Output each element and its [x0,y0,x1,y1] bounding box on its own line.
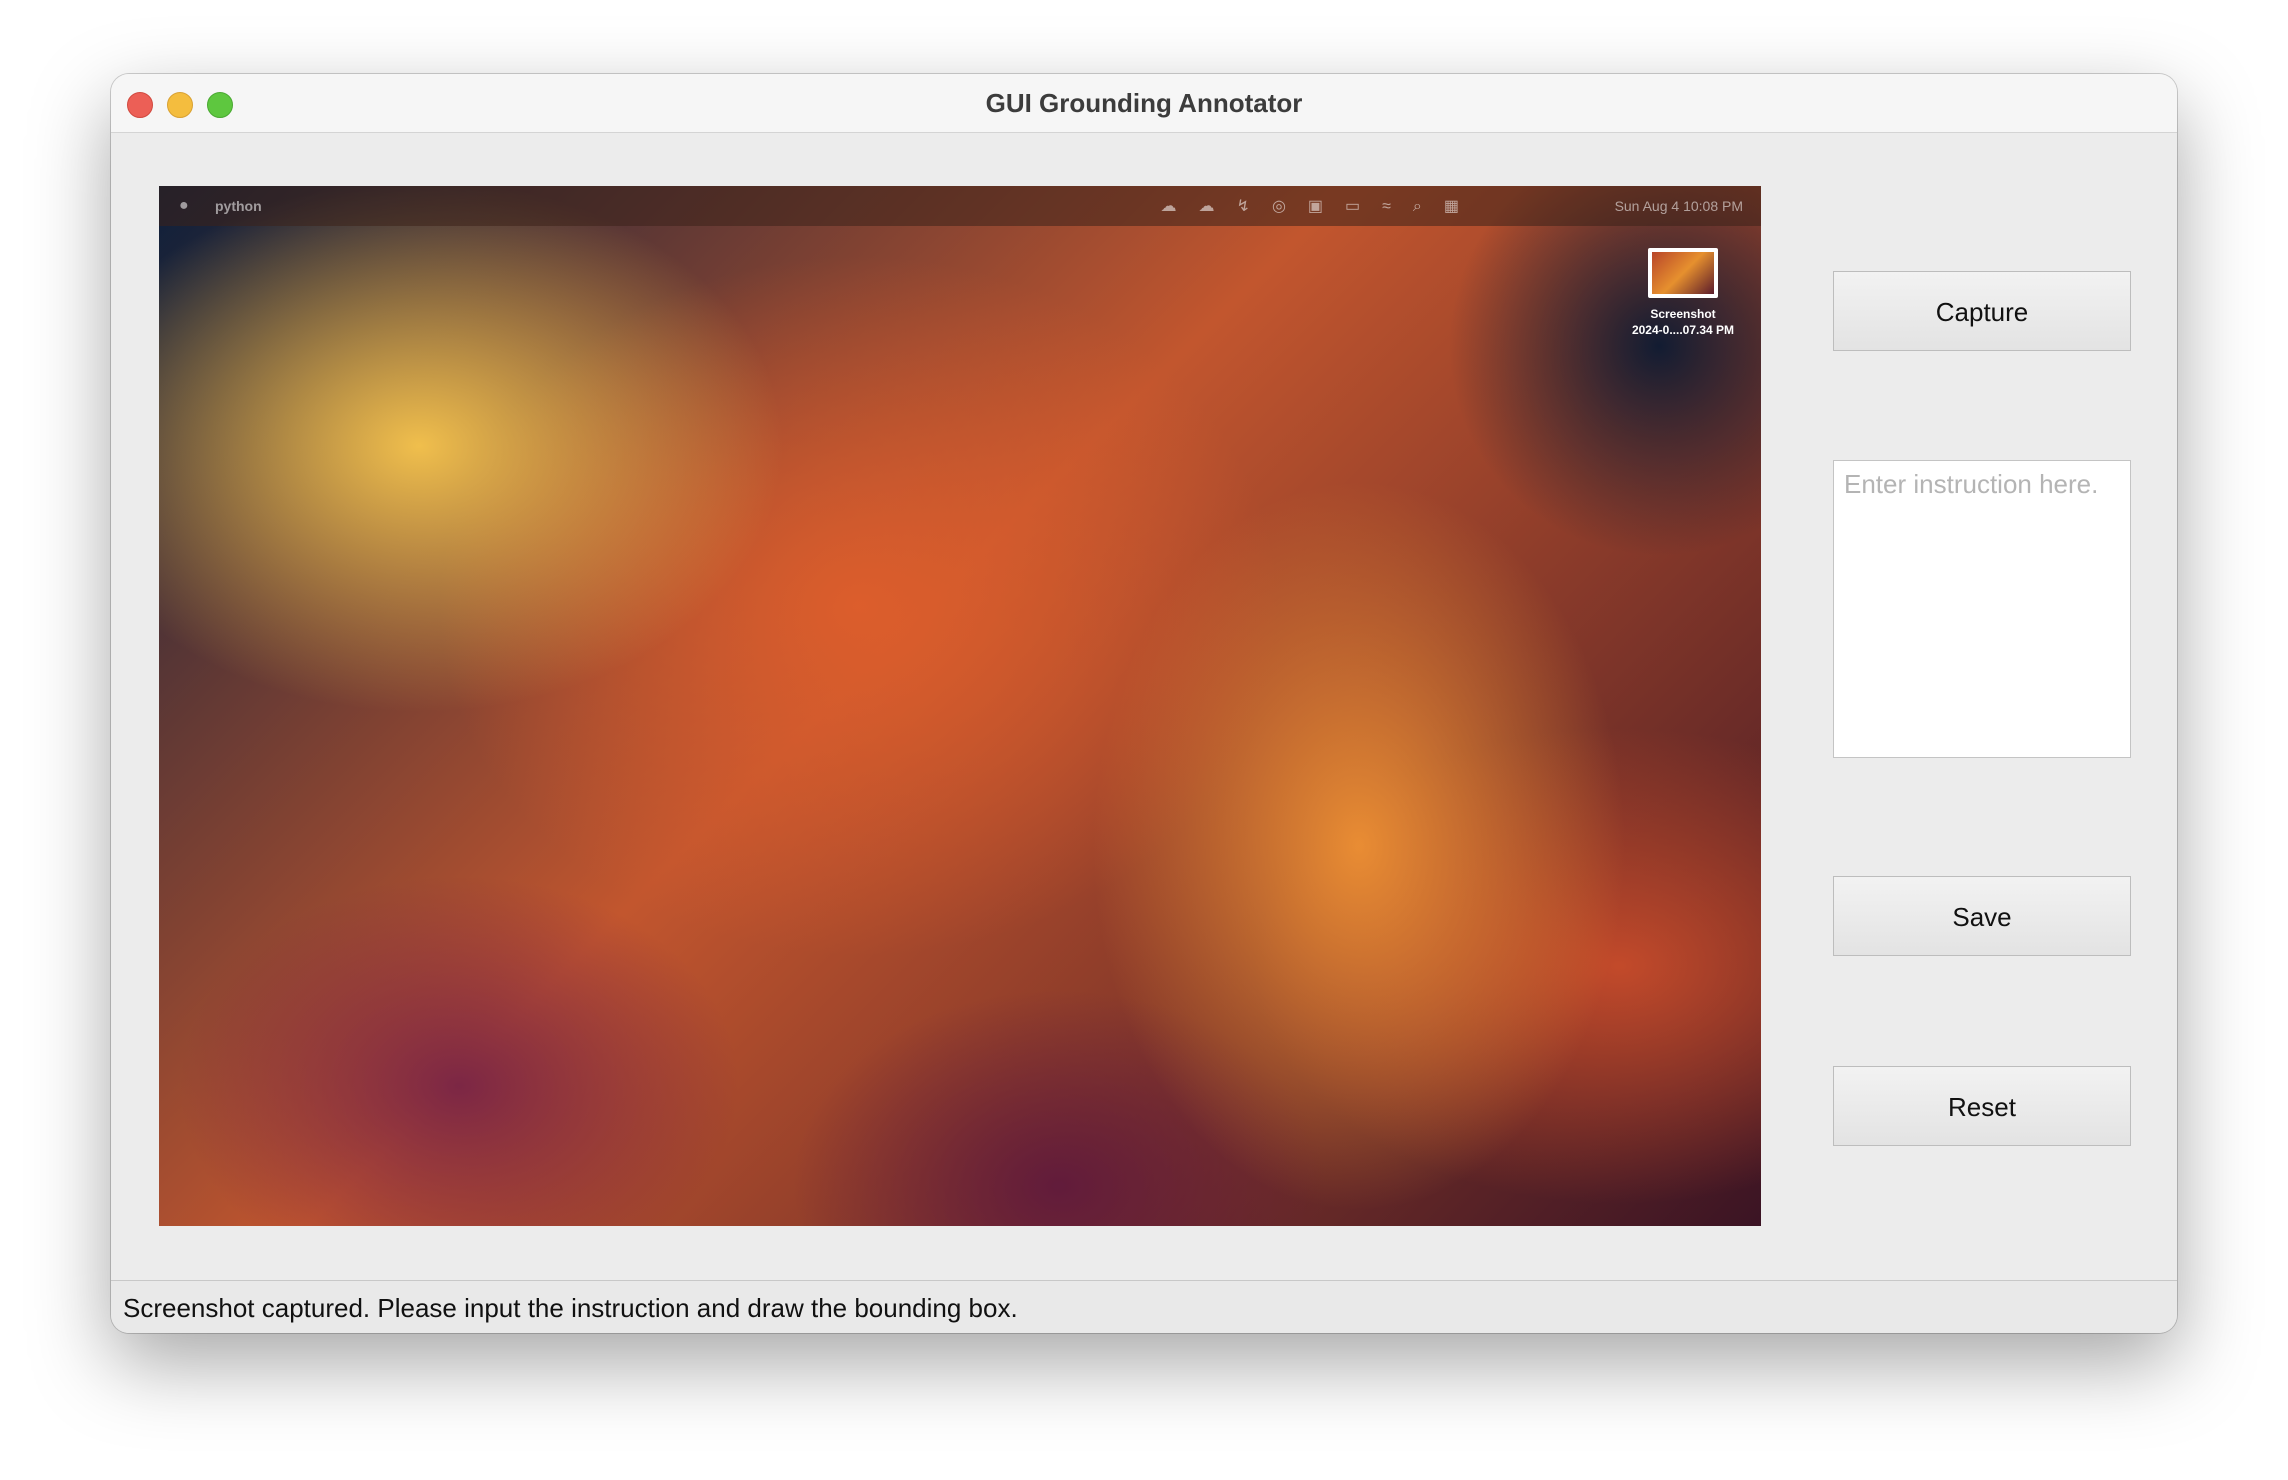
status-bar: Screenshot captured. Please input the in… [111,1280,2177,1333]
app-window: GUI Grounding Annotator ● python ☁☁↯◎▣▭≈… [111,74,2177,1333]
screenshot-thumbnail-icon [1648,248,1718,298]
reset-button[interactable]: Reset [1833,1066,2131,1146]
desktop-file-label-line2: 2024-0....07.34 PM [1631,323,1735,337]
title-bar: GUI Grounding Annotator [111,74,2177,133]
screenshot-app-name: python [215,198,262,214]
menubar-status-icons: ☁☁↯◎▣▭≈⌕▦ [1160,198,1481,215]
desktop-screenshot-file: Screenshot 2024-0....07.34 PM [1613,248,1753,338]
desktop-file-label-line1: Screenshot [1650,307,1716,321]
screenshot-menubar: ● python ☁☁↯◎▣▭≈⌕▦ Sun Aug 4 10:08 PM [159,186,1761,226]
screenshot-clock: Sun Aug 4 10:08 PM [1614,198,1743,214]
window-title: GUI Grounding Annotator [985,88,1303,118]
save-button[interactable]: Save [1833,876,2131,956]
apple-icon: ● [179,197,189,214]
status-message: Screenshot captured. Please input the in… [123,1293,1018,1323]
screenshot-canvas[interactable]: ● python ☁☁↯◎▣▭≈⌕▦ Sun Aug 4 10:08 PM Sc… [159,186,1761,1226]
capture-button[interactable]: Capture [1833,271,2131,351]
instruction-input[interactable] [1833,460,2131,758]
